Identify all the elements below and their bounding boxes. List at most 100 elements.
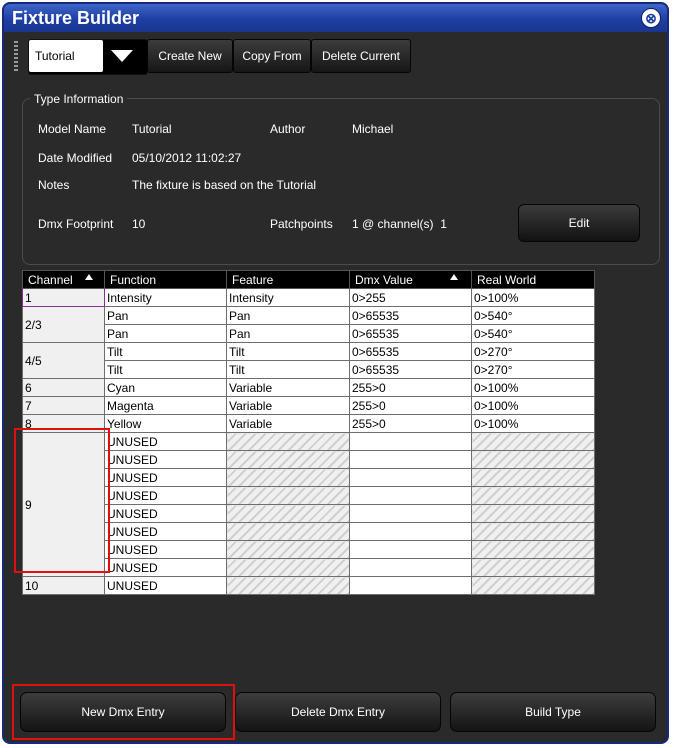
feature-cell[interactable] [226,504,350,523]
dmx-value-cell[interactable] [349,486,472,505]
title-bar[interactable]: Fixture Builder ⊗ [4,4,667,32]
table-row[interactable]: 7 Magenta Variable 255>0 0>100% [22,396,595,415]
edit-button[interactable]: Edit [518,204,640,242]
function-cell[interactable]: Cyan [104,378,227,397]
copy-from-button[interactable]: Copy From [233,39,311,73]
feature-cell[interactable]: Pan [226,324,350,343]
feature-cell[interactable] [226,540,350,559]
channel-cell[interactable]: 9 [22,432,105,577]
column-header-function[interactable]: Function [104,270,227,289]
table-row[interactable]: UNUSED [23,558,595,577]
dmx-value-cell[interactable]: 255>0 [349,414,472,433]
function-cell[interactable]: UNUSED [104,432,227,451]
feature-cell[interactable]: Intensity [226,288,350,307]
table-row[interactable]: 2/3 Pan Pan 0>65535 0>540° [22,306,595,343]
feature-cell[interactable] [226,450,350,469]
table-row[interactable]: 10 UNUSED [22,576,595,595]
dmx-value-cell[interactable] [349,432,472,451]
dmx-value-cell[interactable]: 255>0 [349,378,472,397]
dmx-value-cell[interactable] [349,450,472,469]
real-world-cell[interactable]: 0>540° [471,306,595,325]
table-row[interactable]: UNUSED [23,504,595,523]
function-cell[interactable]: Pan [104,324,227,343]
real-world-cell[interactable]: 0>100% [471,288,595,307]
table-row[interactable]: 1 Intensity Intensity 0>255 0>100% [22,288,595,307]
table-row[interactable]: Tilt Tilt 0>65535 0>270° [23,360,595,379]
column-header-channel[interactable]: Channel [22,270,105,289]
real-world-cell[interactable] [471,540,595,559]
table-row[interactable]: UNUSED [23,486,595,505]
feature-cell[interactable]: Pan [226,306,350,325]
real-world-cell[interactable] [471,522,595,541]
real-world-cell[interactable] [471,468,595,487]
real-world-cell[interactable] [471,432,595,451]
table-row[interactable]: 6 Cyan Variable 255>0 0>100% [22,378,595,397]
real-world-cell[interactable]: 0>100% [471,378,595,397]
real-world-cell[interactable] [471,558,595,577]
function-cell[interactable]: UNUSED [104,504,227,523]
real-world-cell[interactable]: 0>270° [471,342,595,361]
function-cell[interactable]: Magenta [104,396,227,415]
delete-dmx-entry-button[interactable]: Delete Dmx Entry [235,692,441,732]
feature-cell[interactable]: Tilt [226,342,350,361]
function-cell[interactable]: UNUSED [104,486,227,505]
function-cell[interactable]: UNUSED [104,576,227,595]
real-world-cell[interactable]: 0>100% [471,396,595,415]
function-cell[interactable]: UNUSED [104,468,227,487]
table-row[interactable]: 4/5 Tilt Tilt 0>65535 0>270° [22,342,595,379]
table-row[interactable]: UNUSED [23,522,595,541]
feature-cell[interactable] [226,576,350,595]
real-world-cell[interactable] [471,486,595,505]
real-world-cell[interactable]: 0>270° [471,360,595,379]
real-world-cell[interactable]: 0>540° [471,324,595,343]
table-row[interactable]: 8 Yellow Variable 255>0 0>100% [22,414,595,433]
feature-cell[interactable] [226,432,350,451]
dmx-value-cell[interactable] [349,504,472,523]
channel-cell[interactable]: 8 [22,414,105,433]
function-cell[interactable]: Tilt [104,360,227,379]
create-new-button[interactable]: Create New [147,39,233,73]
table-row[interactable]: Pan Pan 0>65535 0>540° [23,324,595,343]
dmx-value-cell[interactable]: 0>255 [349,288,472,307]
function-cell[interactable]: Pan [104,306,227,325]
function-cell[interactable]: UNUSED [104,540,227,559]
feature-cell[interactable]: Variable [226,396,350,415]
real-world-cell[interactable] [471,504,595,523]
feature-cell[interactable]: Variable [226,378,350,397]
dmx-value-cell[interactable] [349,468,472,487]
function-cell[interactable]: UNUSED [104,558,227,577]
dmx-value-cell[interactable] [349,522,472,541]
feature-cell[interactable] [226,486,350,505]
fixture-type-select[interactable]: Tutorial [28,39,148,75]
toolbar-grip[interactable] [14,41,18,73]
table-row[interactable]: UNUSED [23,468,595,487]
feature-cell[interactable] [226,468,350,487]
real-world-cell[interactable] [471,450,595,469]
feature-cell[interactable]: Variable [226,414,350,433]
channel-cell[interactable]: 1 [22,288,105,307]
feature-cell[interactable]: Tilt [226,360,350,379]
column-header-dmx-value[interactable]: Dmx Value [349,270,472,289]
dmx-value-cell[interactable]: 0>65535 [349,324,472,343]
close-icon[interactable]: ⊗ [641,8,661,28]
build-type-button[interactable]: Build Type [450,692,656,732]
dmx-value-cell[interactable]: 0>65535 [349,342,472,361]
dmx-value-cell[interactable]: 0>65535 [349,360,472,379]
function-cell[interactable]: Tilt [104,342,227,361]
dmx-value-cell[interactable] [349,558,472,577]
table-row[interactable]: UNUSED [23,540,595,559]
table-row[interactable]: UNUSED [23,450,595,469]
column-header-real-world[interactable]: Real World [471,270,595,289]
dmx-value-cell[interactable] [349,540,472,559]
channel-cell[interactable]: 10 [22,576,105,595]
channel-cell[interactable]: 6 [22,378,105,397]
new-dmx-entry-button[interactable]: New Dmx Entry [20,692,226,732]
channel-cell[interactable]: 2/3 [22,306,105,343]
table-row[interactable]: 9 UNUSED [22,432,595,577]
dmx-value-cell[interactable] [349,576,472,595]
feature-cell[interactable] [226,558,350,577]
function-cell[interactable]: UNUSED [104,522,227,541]
dmx-value-cell[interactable]: 255>0 [349,396,472,415]
channel-cell[interactable]: 4/5 [22,342,105,379]
function-cell[interactable]: UNUSED [104,450,227,469]
